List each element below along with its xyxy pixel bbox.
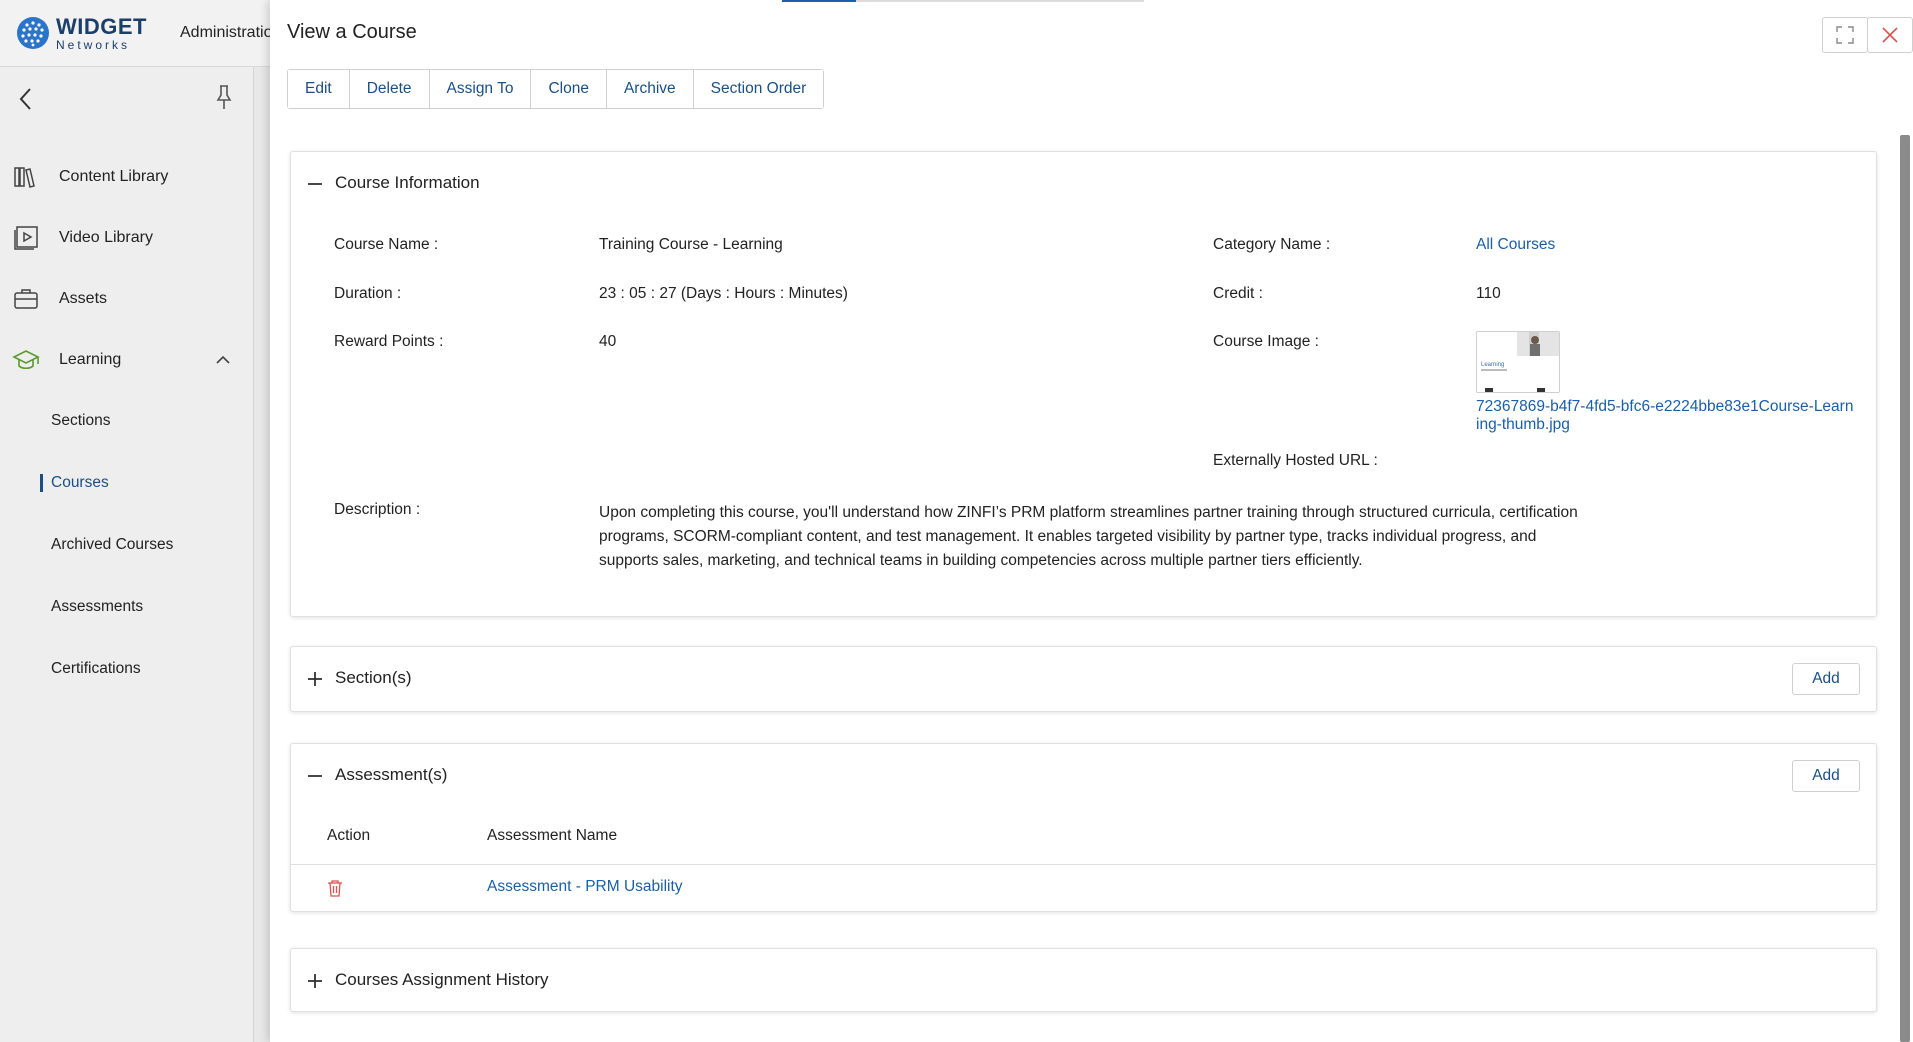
course-information-header[interactable]: Course Information [291, 152, 1876, 216]
sidebar-subitem-assessments[interactable]: Assessments [0, 589, 254, 625]
credit-label: Credit : [1213, 285, 1263, 302]
video-icon [12, 224, 40, 252]
add-assessment-button[interactable]: Add [1792, 760, 1860, 792]
add-section-button[interactable]: Add [1792, 663, 1860, 695]
assessments-card: Assessment(s) Add Action Assessment Name… [290, 743, 1877, 912]
reward-points-label: Reward Points : [334, 333, 444, 350]
table-row: Assessment - PRM Usability [291, 865, 1876, 911]
course-information-card: Course Information Course Name : Trainin… [290, 151, 1877, 617]
section-title: Course Information [335, 173, 480, 192]
duration-value: 23 : 05 : 27 (Days : Hours : Minutes) [599, 285, 848, 302]
sidebar-item-content-library[interactable]: Content Library [0, 157, 254, 197]
collapse-minus-icon[interactable] [307, 176, 323, 192]
books-icon [12, 163, 40, 191]
sidebar-item-label: Content Library [59, 168, 169, 185]
svg-text:Learning: Learning [1481, 362, 1504, 368]
trash-icon[interactable] [327, 879, 343, 897]
sidebar-subitem-label: Courses [51, 474, 109, 491]
description-label: Description : [334, 501, 421, 518]
sidebar-item-video-library[interactable]: Video Library [0, 218, 254, 258]
course-image-label: Course Image : [1213, 333, 1319, 350]
section-title: Courses Assignment History [335, 970, 549, 989]
category-label: Category Name : [1213, 236, 1331, 253]
globe-logo-icon [17, 17, 49, 49]
assignment-history-header[interactable]: Courses Assignment History [291, 949, 1876, 1013]
close-button[interactable] [1867, 17, 1913, 53]
scrollbar[interactable] [1900, 135, 1910, 1042]
app-header: WIDGET Networks Administration [0, 0, 281, 67]
section-order-button[interactable]: Section Order [693, 70, 824, 108]
course-name-label: Course Name : [334, 236, 439, 253]
chevron-left-icon[interactable] [16, 85, 36, 113]
sidebar-subitem-courses[interactable]: Courses [0, 465, 254, 501]
logo[interactable]: WIDGET Networks [16, 13, 147, 52]
edit-button[interactable]: Edit [288, 70, 350, 108]
course-thumbnail-image: Learning [1477, 332, 1559, 392]
sidebar: Content Library Video Library Assets Lea… [0, 67, 254, 1042]
sidebar-item-label: Video Library [59, 229, 153, 246]
sections-header[interactable]: Section(s) Add [291, 647, 1876, 711]
collapse-minus-icon[interactable] [307, 768, 323, 784]
column-header-assessment-name[interactable]: Assessment Name [487, 827, 617, 845]
duration-label: Duration : [334, 285, 402, 302]
assignment-history-card: Courses Assignment History [290, 948, 1877, 1012]
pin-icon[interactable] [213, 83, 235, 111]
sidebar-subitem-label: Certifications [51, 660, 141, 677]
delete-button[interactable]: Delete [349, 70, 430, 108]
expand-plus-icon[interactable] [307, 973, 323, 989]
expand-plus-icon[interactable] [307, 671, 323, 687]
chevron-up-icon[interactable] [215, 352, 231, 368]
sidebar-item-assets[interactable]: Assets [0, 279, 254, 319]
sidebar-item-learning[interactable]: Learning [0, 340, 254, 380]
sidebar-item-label: Learning [59, 351, 122, 368]
tab-indicator [782, 0, 1144, 2]
assign-to-button[interactable]: Assign To [429, 70, 532, 108]
archive-button[interactable]: Archive [606, 70, 694, 108]
section-title: Section(s) [335, 668, 412, 687]
close-icon [1882, 27, 1898, 43]
briefcase-icon [12, 285, 40, 313]
column-header-action: Action [327, 827, 371, 844]
sidebar-subitem-sections[interactable]: Sections [0, 403, 254, 439]
course-image-thumbnail[interactable]: Learning [1476, 331, 1560, 393]
page-title: View a Course [287, 21, 417, 43]
credit-value: 110 [1476, 285, 1501, 302]
clone-button[interactable]: Clone [531, 70, 607, 108]
sidebar-subitem-certifications[interactable]: Certifications [0, 651, 254, 687]
view-course-panel: View a Course Edit Delete Assign To Clon… [270, 0, 1913, 1042]
course-name-value: Training Course - Learning [599, 236, 783, 253]
admin-menu-label[interactable]: Administration [180, 24, 281, 42]
description-value: Upon completing this course, you'll unde… [599, 504, 1578, 569]
sidebar-subitem-label: Assessments [51, 598, 144, 615]
maximize-icon [1836, 26, 1854, 44]
course-toolbar: Edit Delete Assign To Clone Archive Sect… [287, 69, 825, 109]
logo-subtitle: Networks [56, 37, 131, 52]
sidebar-subitem-label: Archived Courses [51, 536, 174, 553]
course-image-file-link[interactable]: 72367869-b4f7-4fd5-bfc6-e2224bbe83e1Cour… [1476, 398, 1856, 434]
reward-points-value: 40 [599, 333, 617, 350]
maximize-button[interactable] [1822, 17, 1868, 53]
section-title: Assessment(s) [335, 765, 448, 784]
sidebar-subitem-archived-courses[interactable]: Archived Courses [0, 527, 254, 563]
logo-name: WIDGET [56, 13, 147, 39]
external-url-label: Externally Hosted URL : [1213, 452, 1378, 469]
sidebar-item-label: Assets [59, 290, 108, 307]
sections-card: Section(s) Add [290, 646, 1877, 712]
assessments-header[interactable]: Assessment(s) Add [291, 744, 1876, 808]
graduation-cap-icon [12, 346, 40, 374]
assessment-name-link[interactable]: Assessment - PRM Usability [487, 878, 683, 896]
sidebar-subitem-label: Sections [51, 412, 111, 429]
category-link[interactable]: All Courses [1476, 236, 1555, 254]
